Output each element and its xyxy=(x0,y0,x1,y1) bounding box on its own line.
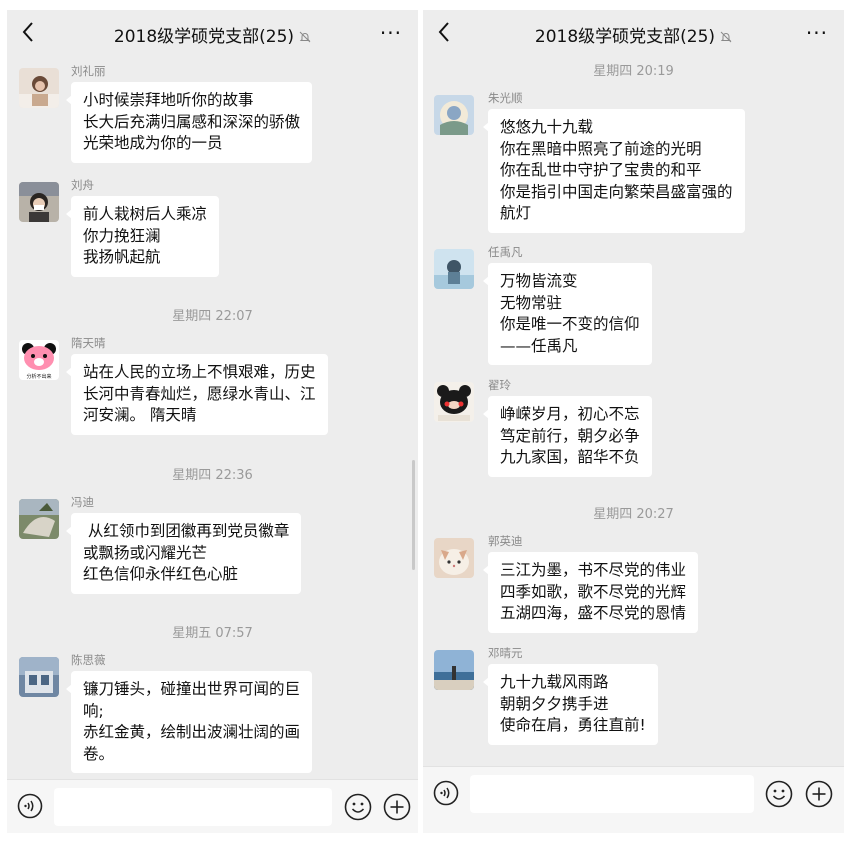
chat-title-text: 2018级学硕党支部(25) xyxy=(113,27,295,47)
message-line: 你是唯一不变的信仰 xyxy=(500,315,640,333)
message-line: 长河中青春灿烂，愿绿水青山、江 xyxy=(83,384,316,403)
sender-name: 任禹凡 xyxy=(488,245,523,259)
more-options-button[interactable]: ··· xyxy=(806,23,828,43)
chat-title: 2018级学硕党支部(25) xyxy=(423,22,844,47)
voice-icon[interactable] xyxy=(433,780,459,806)
message-line: 你力挽狂澜 xyxy=(83,226,161,245)
avatar[interactable] xyxy=(19,182,59,222)
chat-panel-left: 2018级学硕党支部(25) ··· 刘礼丽 小时候崇拜地听你的故事 长大后充满… xyxy=(7,10,418,833)
message-line: 站在人民的立场上不惧艰难，历史 xyxy=(83,363,316,381)
input-bar xyxy=(7,779,418,833)
plus-circle-icon[interactable] xyxy=(383,793,411,821)
message-line: 你在乱世中守护了宝贵的和平 xyxy=(500,161,702,179)
message-line: 光荣地成为你的一员 xyxy=(83,134,223,152)
plus-circle-icon[interactable] xyxy=(805,780,833,808)
message-bubble[interactable]: 镰刀锤头，碰撞出世界可闻的巨 响; 赤红金黄，绘制出波澜壮阔的画 卷。 xyxy=(65,671,313,773)
message-input[interactable] xyxy=(54,788,332,826)
message-line: ——任禹凡 xyxy=(500,336,578,355)
message-bubble[interactable]: 峥嵘岁月，初心不忘 笃定前行，朝夕必争 九九家国，韶华不负 xyxy=(483,396,652,477)
avatar[interactable] xyxy=(434,382,474,422)
message-line: 使命在肩，勇往直前! xyxy=(500,716,646,734)
message-bubble[interactable]: 小时候崇拜地听你的故事 长大后充满归属感和深深的骄傲 光荣地成为你的一员 xyxy=(65,82,313,163)
message-line: 我扬帆起航 xyxy=(83,248,161,266)
sender-name: 邓晴元 xyxy=(488,646,523,660)
scrollbar[interactable] xyxy=(412,460,415,570)
avatar[interactable] xyxy=(434,249,474,289)
message-bubble[interactable]: 前人栽树后人乘凉 你力挽狂澜 我扬帆起航 xyxy=(65,196,220,277)
emoji-smile-icon[interactable] xyxy=(344,793,372,821)
message-line: 红色信仰永伴红色心脏 xyxy=(83,565,239,583)
message-bubble[interactable]: 站在人民的立场上不惧艰难，历史 长河中青春灿烂，愿绿水青山、江 河安澜。 隋天晴 xyxy=(66,354,328,435)
voice-icon[interactable] xyxy=(17,793,43,819)
sender-name: 刘舟 xyxy=(71,178,94,192)
chat-header: 2018级学硕党支部(25) ··· xyxy=(423,10,844,56)
message-line: 河安澜。 隋天晴 xyxy=(83,406,197,424)
message-line: 小时候崇拜地听你的故事 xyxy=(83,91,254,109)
message-line: 赤红金黄，绘制出波澜壮阔的画 xyxy=(83,723,301,741)
sender-name: 隋天晴 xyxy=(71,336,106,350)
avatar[interactable] xyxy=(19,68,59,108)
message-line: 无物常驻 xyxy=(500,293,563,312)
timestamp: 星期四 20:19 xyxy=(593,64,674,79)
message-line: 峥嵘岁月，初心不忘 xyxy=(500,405,640,423)
message-line: 万物皆流变 xyxy=(500,272,578,290)
message-line: 或飘扬或闪耀光芒 xyxy=(83,543,208,562)
sender-name: 郭英迪 xyxy=(488,534,523,548)
message-bubble[interactable]: 万物皆流变 无物常驻 你是唯一不变的信仰 ——任禹凡 xyxy=(483,263,652,365)
message-line: 笃定前行，朝夕必争 xyxy=(500,426,640,445)
bell-off-icon xyxy=(720,31,732,43)
message-line: 五湖四海，盛不尽党的恩情 xyxy=(500,604,687,622)
avatar[interactable] xyxy=(434,538,474,578)
sender-name: 冯迪 xyxy=(71,495,94,509)
avatar-caption: 分析不出来 xyxy=(26,373,51,380)
avatar[interactable] xyxy=(434,95,474,135)
message-line: 你是指引中国走向繁荣昌盛富强的 xyxy=(500,182,733,201)
message-line: 你在黑暗中照亮了前途的光明 xyxy=(500,139,702,158)
sender-name: 朱光顺 xyxy=(488,91,523,105)
avatar[interactable]: 分析不出来 xyxy=(19,340,59,380)
sender-name: 陈思薇 xyxy=(71,653,106,667)
message-line: 响; xyxy=(83,701,104,720)
timestamp: 星期四 22:07 xyxy=(172,309,253,324)
message-input[interactable] xyxy=(470,775,754,813)
chat-header: 2018级学硕党支部(25) ··· xyxy=(7,10,418,56)
chat-panel-right: 2018级学硕党支部(25) ··· 星期四 20:19 朱光顺 悠悠九十九载 … xyxy=(423,10,844,833)
message-line: 从红领巾到团徽再到党员徽章 xyxy=(83,522,290,540)
emoji-smile-icon[interactable] xyxy=(765,780,793,808)
timestamp: 星期四 22:36 xyxy=(172,468,253,483)
avatar[interactable] xyxy=(19,657,59,697)
sender-name: 翟玲 xyxy=(488,378,511,392)
message-line: 航灯 xyxy=(500,204,532,222)
message-line: 九十九载风雨路 xyxy=(500,673,609,691)
timestamp: 星期五 07:57 xyxy=(172,626,253,641)
message-line: 卷。 xyxy=(83,744,115,763)
message-bubble[interactable]: 三江为墨，书不尽党的伟业 四季如歌，歌不尽党的光辉 五湖四海，盛不尽党的恩情 xyxy=(482,552,699,633)
message-line: 长大后充满归属感和深深的骄傲 xyxy=(83,112,301,131)
message-line: 三江为墨，书不尽党的伟业 xyxy=(500,561,687,579)
message-line: 前人栽树后人乘凉 xyxy=(83,205,208,223)
message-line: 悠悠九十九载 xyxy=(500,118,594,136)
message-line: 镰刀锤头，碰撞出世界可闻的巨 xyxy=(83,680,301,698)
message-bubble[interactable]: 九十九载风雨路 朝朝夕夕携手进 使命在肩，勇往直前! xyxy=(483,664,658,745)
timestamp: 星期四 20:27 xyxy=(593,507,674,522)
input-bar xyxy=(423,766,844,833)
sender-name: 刘礼丽 xyxy=(71,64,106,78)
avatar[interactable] xyxy=(434,650,474,690)
bell-off-icon xyxy=(299,31,311,43)
avatar[interactable] xyxy=(19,499,59,539)
message-bubble[interactable]: 悠悠九十九载 你在黑暗中照亮了前途的光明 你在乱世中守护了宝贵的和平 你是指引中… xyxy=(483,109,745,233)
chat-title: 2018级学硕党支部(25) xyxy=(7,22,418,47)
message-line: 四季如歌，歌不尽党的光辉 xyxy=(500,582,687,601)
more-options-button[interactable]: ··· xyxy=(380,23,402,43)
message-bubble[interactable]: 从红领巾到团徽再到党员徽章 或飘扬或闪耀光芒 红色信仰永伴红色心脏 xyxy=(65,513,302,594)
message-line: 朝朝夕夕携手进 xyxy=(500,694,609,713)
chat-title-text: 2018级学硕党支部(25) xyxy=(534,27,716,47)
message-line: 九九家国，韶华不负 xyxy=(500,448,640,466)
